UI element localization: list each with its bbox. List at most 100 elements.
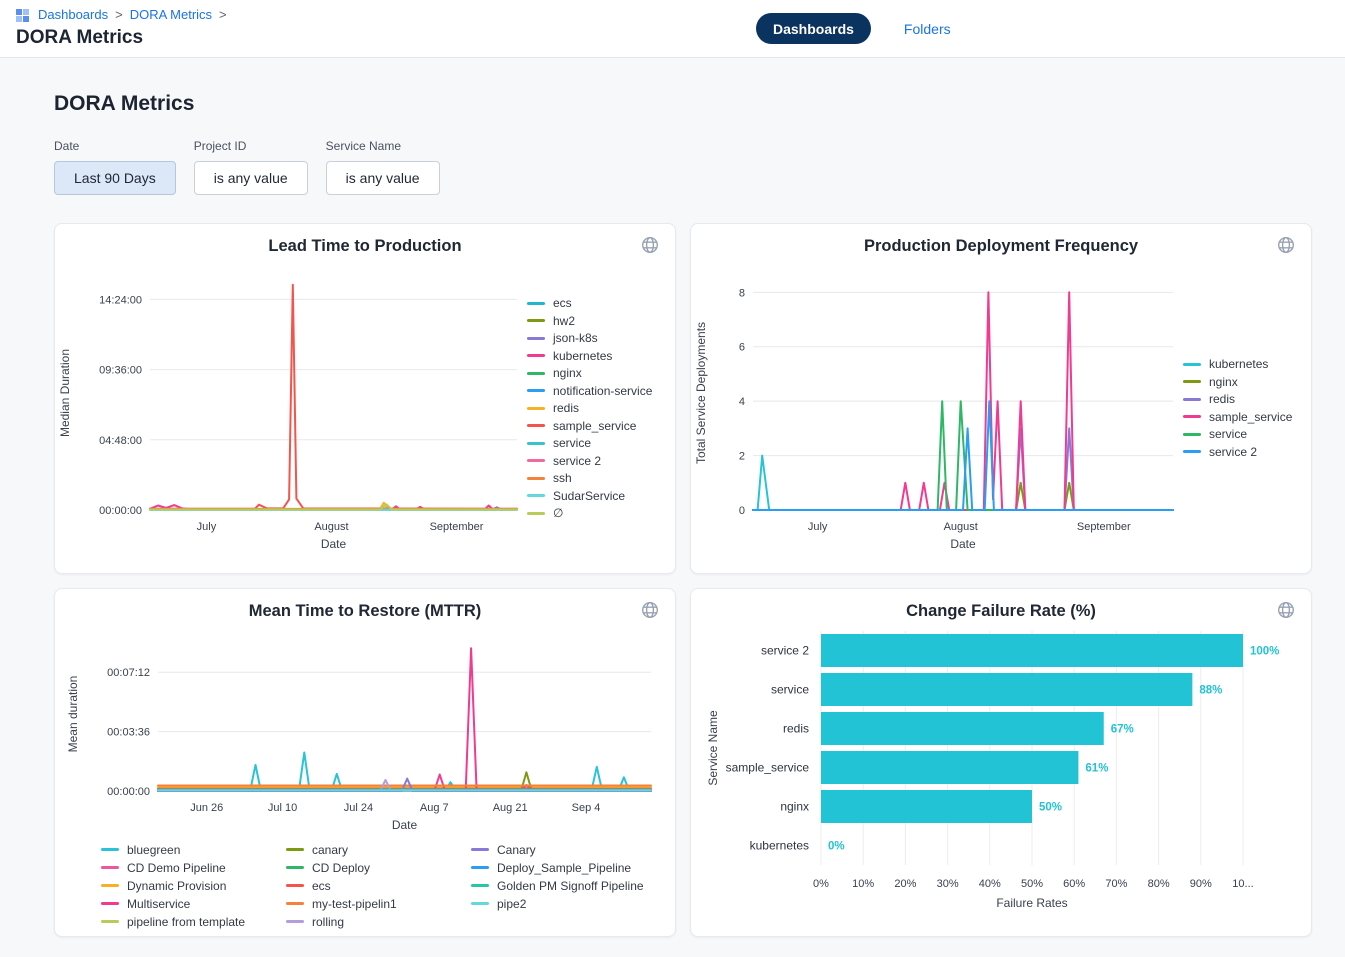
legend-item-service[interactable]: service <box>527 436 652 450</box>
legend-item-my-test-pipelin1[interactable]: my-test-pipelin1 <box>286 895 471 912</box>
legend-item-sudarservice[interactable]: SudarService <box>527 489 652 503</box>
legend-item-canary[interactable]: Canary <box>471 841 675 858</box>
bar-value-label: 0% <box>828 841 845 853</box>
legend-label: service 2 <box>1209 445 1257 459</box>
legend-item-pipeline-from-template[interactable]: pipeline from template <box>101 913 286 930</box>
legend-item-service-2[interactable]: service 2 <box>1183 445 1292 459</box>
x-tick-label: Aug 7 <box>420 802 449 814</box>
bar-redis[interactable] <box>821 712 1104 745</box>
legend-item-cd-deploy[interactable]: CD Deploy <box>286 859 471 876</box>
x-tick-label: 0% <box>813 878 829 890</box>
x-tick-label: 30% <box>937 878 959 890</box>
legend-item-bluegreen[interactable]: bluegreen <box>101 841 286 858</box>
legend-item-canary[interactable]: canary <box>286 841 471 858</box>
legend-item-ssh[interactable]: ssh <box>527 471 652 485</box>
chart-title-lead-time: Lead Time to Production <box>55 237 675 256</box>
bar-value-label: 50% <box>1039 802 1062 814</box>
filter-service-name-label: Service Name <box>326 139 440 153</box>
legend-label: ssh <box>553 471 572 485</box>
change-failure-rate-chart[interactable]: 0%10%20%30%40%50%60%70%80%90%10...servic… <box>701 621 1301 917</box>
globe-icon[interactable] <box>1274 233 1298 257</box>
legend-item-pipe2[interactable]: pipe2 <box>471 895 675 912</box>
legend-item-sample-service[interactable]: sample_service <box>527 419 652 433</box>
legend-swatch <box>101 866 119 869</box>
filter-project-id-value[interactable]: is any value <box>194 161 308 195</box>
bar-nginx[interactable] <box>821 790 1032 823</box>
legend-swatch <box>101 884 119 887</box>
globe-icon <box>640 235 660 255</box>
lead-time-chart[interactable]: 00:00:0004:48:0009:36:0014:24:00JulyAugu… <box>55 258 525 558</box>
filter-date-value[interactable]: Last 90 Days <box>54 161 176 195</box>
card-deployment-frequency: Production Deployment Frequency 02468Jul… <box>690 223 1312 574</box>
legend-label: Deploy_Sample_Pipeline <box>497 861 631 875</box>
deployment-frequency-legend: kubernetes nginx redis sample_serviceservic… <box>1183 357 1292 459</box>
breadcrumb-dora-metrics[interactable]: DORA Metrics <box>130 8 212 22</box>
breadcrumb-separator: > <box>219 8 227 22</box>
legend-item-dynamic-provision[interactable]: Dynamic Provision <box>101 877 286 894</box>
legend-item-rolling[interactable]: rolling <box>286 913 471 930</box>
legend-label: hw2 <box>553 314 575 328</box>
card-change-failure-rate: Change Failure Rate (%) 0%10%20%30%40%50… <box>690 588 1312 937</box>
x-tick-label: 60% <box>1063 878 1085 890</box>
legend-item-redis[interactable]: redis <box>527 401 652 415</box>
legend-label: Dynamic Provision <box>127 879 226 893</box>
bar-service[interactable] <box>821 673 1192 706</box>
legend-item-json-k8s[interactable]: json-k8s <box>527 331 652 345</box>
breadcrumb-separator: > <box>115 8 123 22</box>
legend-item-redis[interactable]: redis <box>1183 392 1292 406</box>
legend-label: bluegreen <box>127 843 180 857</box>
legend-swatch <box>1183 380 1201 383</box>
legend-item-nginx[interactable]: nginx <box>527 366 652 380</box>
legend-swatch <box>527 389 545 392</box>
legend-item-sample-service[interactable]: sample_service <box>1183 410 1292 424</box>
bar-sample-service[interactable] <box>821 751 1078 784</box>
chart-title-change-failure-rate: Change Failure Rate (%) <box>691 602 1311 621</box>
legend-item-golden-pm-signoff-pipeline[interactable]: Golden PM Signoff Pipeline <box>471 877 675 894</box>
legend-swatch <box>286 866 304 869</box>
filter-date-label: Date <box>54 139 176 153</box>
y-axis-title: Total Service Deployments <box>694 322 708 464</box>
x-tick-label: 10... <box>1232 878 1253 890</box>
legend-swatch <box>286 902 304 905</box>
legend-label: redis <box>553 401 579 415</box>
y-axis-title: Median Duration <box>58 349 72 437</box>
legend-swatch <box>471 884 489 887</box>
legend-item-notification-service[interactable]: notification-service <box>527 384 652 398</box>
legend-item-kubernetes[interactable]: kubernetes <box>527 349 652 363</box>
card-lead-time: Lead Time to Production 00:00:0004:48:00… <box>54 223 676 574</box>
y-tick-label: 0 <box>739 505 745 517</box>
legend-item-multiservice[interactable]: Multiservice <box>101 895 286 912</box>
legend-item-service-2[interactable]: service 2 <box>527 454 652 468</box>
legend-label: nginx <box>553 366 582 380</box>
filter-service-name-value[interactable]: is any value <box>326 161 440 195</box>
x-axis-title: Date <box>392 818 418 832</box>
bar-service-2[interactable] <box>821 634 1243 667</box>
globe-icon <box>1276 600 1296 620</box>
globe-icon <box>640 600 660 620</box>
legend-item-ecs[interactable]: ecs <box>527 296 652 310</box>
legend-item-kubernetes[interactable]: kubernetes <box>1183 357 1292 371</box>
deployment-frequency-chart[interactable]: 02468JulyAugustSeptemberDateTotal Servic… <box>691 258 1181 558</box>
mttr-chart[interactable]: 00:00:0000:03:3600:07:12Jun 26Jul 10Jul … <box>63 621 663 837</box>
globe-icon[interactable] <box>638 233 662 257</box>
x-tick-label: September <box>430 521 484 533</box>
legend-swatch <box>527 477 545 480</box>
tab-folders[interactable]: Folders <box>898 20 957 38</box>
legend-item--[interactable]: ∅ <box>527 506 652 520</box>
legend-item-deploy-sample-pipeline[interactable]: Deploy_Sample_Pipeline <box>471 859 675 876</box>
globe-icon[interactable] <box>638 598 662 622</box>
legend-item-hw2[interactable]: hw2 <box>527 314 652 328</box>
y-axis-title: Mean duration <box>66 676 80 753</box>
legend-item-service[interactable]: service <box>1183 427 1292 441</box>
globe-icon[interactable] <box>1274 598 1298 622</box>
legend-item-ecs[interactable]: ecs <box>286 877 471 894</box>
legend-item-cd-demo-pipeline[interactable]: CD Demo Pipeline <box>101 859 286 876</box>
bar-category-label: service <box>771 683 809 697</box>
legend-item-nginx[interactable]: nginx <box>1183 375 1292 389</box>
breadcrumb-dashboards[interactable]: Dashboards <box>38 8 108 22</box>
legend-swatch <box>527 372 545 375</box>
tab-dashboards[interactable]: Dashboards <box>756 13 871 44</box>
top-header: Dashboards > DORA Metrics > DORA Metrics… <box>0 0 1345 58</box>
legend-swatch <box>286 848 304 851</box>
section-title: DORA Metrics <box>54 92 1345 116</box>
